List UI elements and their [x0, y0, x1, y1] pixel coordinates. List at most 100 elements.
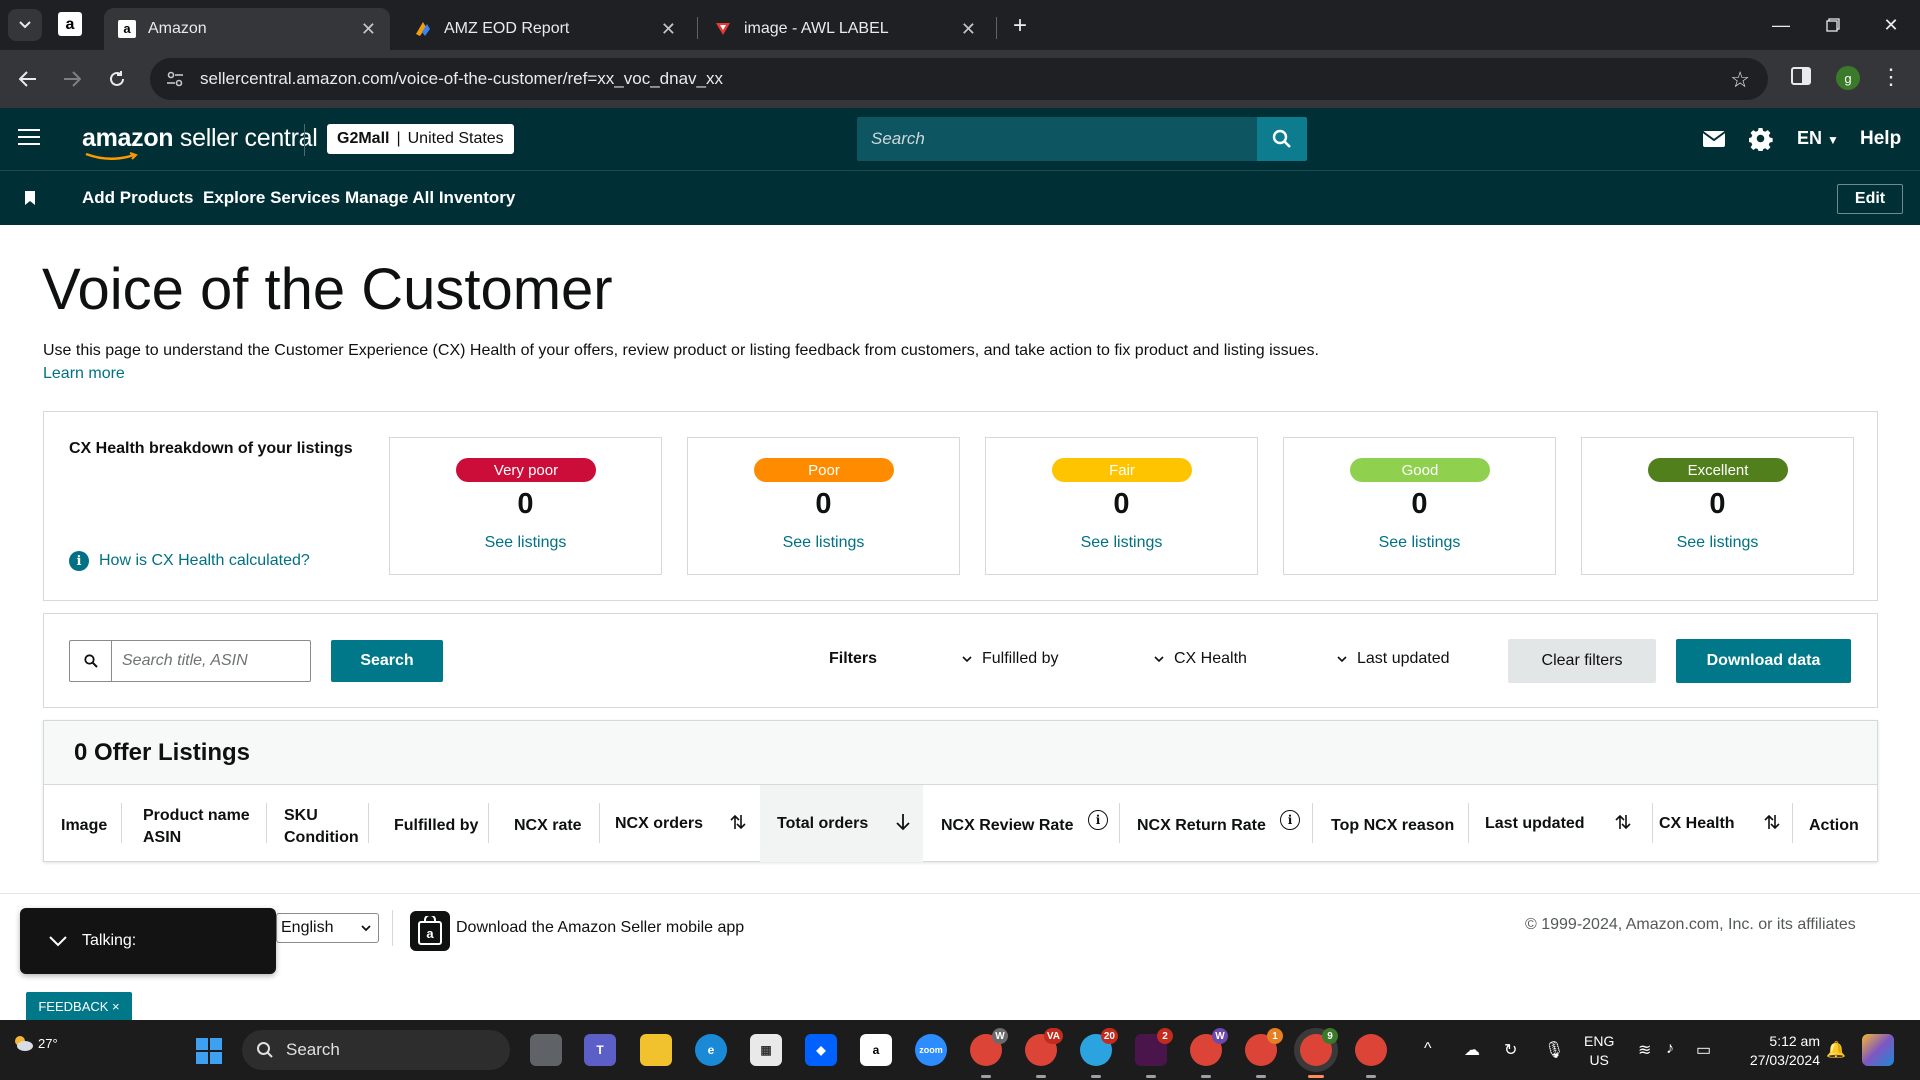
chrome-icon[interactable] [1355, 1034, 1387, 1078]
talking-widget[interactable]: Talking: [20, 908, 276, 974]
col-ncx-orders[interactable]: NCX orders [615, 813, 703, 835]
col-total-orders[interactable]: Total orders [777, 813, 868, 835]
amazon-app-taskbar-icon[interactable]: a [860, 1034, 892, 1066]
feedback-tab[interactable]: FEEDBACK × [26, 992, 132, 1020]
learn-more-link[interactable]: Learn more [43, 365, 125, 383]
minimize-button[interactable]: — [1766, 10, 1796, 40]
forward-button[interactable] [56, 63, 88, 95]
nav-manage-all-inventory[interactable]: Manage All Inventory [345, 188, 515, 208]
sort-icon[interactable] [1764, 813, 1780, 831]
settings-button[interactable] [1748, 126, 1774, 152]
language-selector[interactable]: EN ▼ [1797, 128, 1839, 149]
see-listings-link[interactable]: See listings [688, 534, 959, 552]
clear-filters-button[interactable]: Clear filters [1508, 639, 1656, 683]
see-listings-link[interactable]: See listings [1284, 534, 1555, 552]
tab-awl-label[interactable]: image - AWL LABEL ✕ [700, 8, 990, 50]
filter-fulfilled-by[interactable]: Fulfilled by [962, 650, 1058, 668]
chrome-icon[interactable]: VA [1025, 1028, 1063, 1078]
tab-search-button[interactable] [8, 9, 42, 41]
microphone-icon[interactable]: 🎙 [1544, 1040, 1564, 1060]
volume-icon[interactable]: ♪ [1666, 1040, 1674, 1058]
download-data-button[interactable]: Download data [1676, 639, 1851, 683]
store-icon[interactable]: ▦ [750, 1034, 782, 1066]
taskbar-search[interactable]: Search [242, 1030, 510, 1070]
pinned-tab-amazon[interactable]: a [58, 12, 82, 36]
close-icon[interactable]: ✕ [961, 19, 976, 40]
chrome-icon[interactable]: 1 [1245, 1028, 1283, 1078]
nav-explore-services[interactable]: Explore Services [203, 188, 340, 208]
col-last-updated[interactable]: Last updated [1485, 813, 1585, 835]
browser-menu-icon[interactable]: ⋮ [1880, 64, 1902, 90]
weather-widget[interactable]: 27° [12, 1034, 58, 1052]
bookmark-star-icon[interactable]: ☆ [1730, 67, 1750, 93]
sync-icon[interactable]: ↻ [1504, 1040, 1517, 1060]
copilot-icon[interactable] [1862, 1034, 1894, 1066]
notification-bell-icon[interactable]: 🔔 [1826, 1040, 1846, 1060]
system-clock[interactable]: 5:12 am 27/03/2024 [1736, 1032, 1820, 1070]
info-icon[interactable]: i [1088, 810, 1108, 830]
wifi-icon[interactable]: ≋ [1638, 1040, 1651, 1060]
slack-icon[interactable]: 2 [1135, 1028, 1173, 1078]
edge-icon[interactable]: e [695, 1034, 727, 1066]
sort-descending-icon[interactable] [895, 813, 911, 831]
download-app-link[interactable]: Download the Amazon Seller mobile app [456, 919, 744, 937]
restore-button[interactable] [1818, 10, 1848, 40]
side-panel-button[interactable] [1790, 65, 1814, 89]
see-listings-link[interactable]: See listings [1582, 534, 1853, 552]
sort-icon[interactable] [730, 813, 746, 831]
seller-central-logo[interactable]: amazon seller central [82, 124, 318, 160]
back-button[interactable] [12, 63, 44, 95]
telegram-icon[interactable]: 20 [1080, 1028, 1118, 1078]
sort-icon[interactable] [1615, 813, 1631, 831]
zoom-icon[interactable]: zoom [915, 1034, 947, 1066]
global-search-button[interactable] [1257, 117, 1307, 161]
input-language[interactable]: ENG US [1584, 1032, 1614, 1070]
dropbox-icon[interactable]: ◆ [805, 1034, 837, 1066]
amazon-app-icon[interactable]: a [410, 911, 450, 951]
messages-button[interactable] [1701, 126, 1727, 152]
nav-add-products[interactable]: Add Products [82, 188, 193, 208]
cx-health-help-link[interactable]: How is CX Health calculated? [99, 552, 310, 570]
chrome-icon[interactable]: W [1190, 1028, 1228, 1078]
column-divider [266, 803, 267, 843]
search-button[interactable]: Search [331, 640, 443, 682]
logo-seller-central-text: seller central [173, 124, 318, 152]
chrome-icon[interactable]: W [970, 1028, 1008, 1078]
global-search-input[interactable]: Search [857, 117, 1257, 161]
filter-cx-health[interactable]: CX Health [1154, 650, 1247, 668]
file-explorer-icon[interactable] [640, 1034, 672, 1066]
site-info-icon[interactable] [164, 68, 186, 90]
listing-search-input[interactable]: Search title, ASIN [112, 641, 310, 681]
task-view-icon[interactable] [530, 1034, 562, 1066]
reload-button[interactable] [101, 63, 133, 95]
close-icon[interactable]: ✕ [661, 19, 676, 40]
profile-avatar[interactable]: g [1836, 66, 1860, 90]
start-button[interactable] [196, 1038, 222, 1064]
close-window-button[interactable]: ✕ [1876, 10, 1906, 40]
address-bar[interactable]: sellercentral.amazon.com/voice-of-the-cu… [150, 58, 1768, 100]
show-hidden-icons[interactable]: ^ [1424, 1040, 1432, 1058]
footer-language-select[interactable]: English [276, 913, 379, 943]
tab-amz-eod-report[interactable]: AMZ EOD Report ✕ [400, 8, 690, 50]
edit-nav-button[interactable]: Edit [1837, 184, 1903, 214]
see-listings-link[interactable]: See listings [390, 534, 661, 552]
onedrive-icon[interactable]: ☁ [1464, 1040, 1480, 1060]
new-tab-button[interactable]: + [1006, 12, 1034, 40]
tab-amazon[interactable]: a Amazon ✕ [104, 8, 390, 50]
chrome-icon-active[interactable]: 9 [1300, 1028, 1338, 1078]
col-cx-health[interactable]: CX Health [1659, 813, 1735, 835]
listing-search[interactable]: Search title, ASIN [69, 640, 311, 682]
see-listings-link[interactable]: See listings [986, 534, 1257, 552]
help-link[interactable]: Help [1860, 128, 1901, 150]
hamburger-menu-icon[interactable] [18, 129, 40, 147]
talking-label: Talking: [82, 932, 137, 949]
info-icon[interactable]: i [1280, 810, 1300, 830]
teams-icon[interactable]: T [584, 1034, 616, 1066]
battery-icon[interactable]: ▭ [1696, 1040, 1711, 1060]
close-icon[interactable]: ✕ [361, 19, 376, 40]
filter-last-updated[interactable]: Last updated [1337, 650, 1450, 668]
bookmark-icon[interactable] [24, 190, 36, 206]
marketplace-switcher[interactable]: G2Mall | United States [327, 124, 514, 154]
cx-health-help[interactable]: i How is CX Health calculated? [69, 551, 310, 571]
arrow-right-icon [64, 71, 81, 87]
